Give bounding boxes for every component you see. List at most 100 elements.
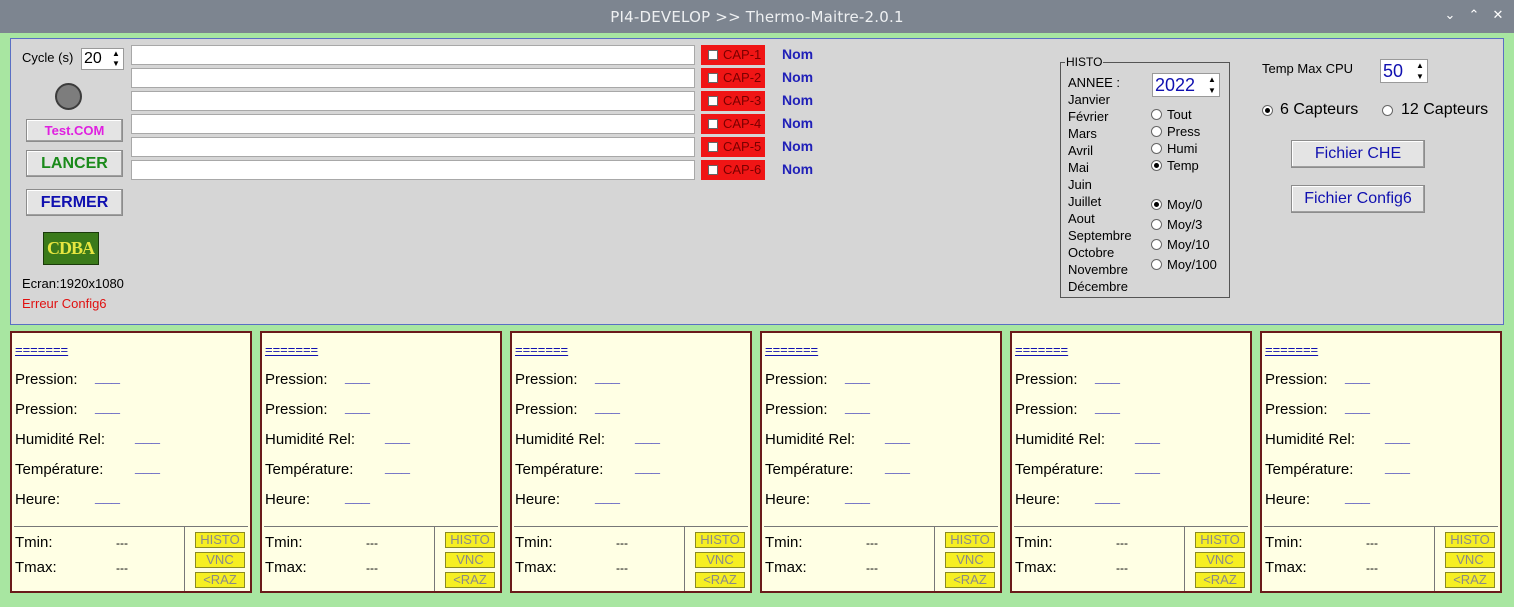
temp-max-spinbox[interactable]: 50 ▲ ▼ bbox=[1380, 59, 1428, 83]
fichier-config6-button[interactable]: Fichier Config6 bbox=[1291, 185, 1425, 213]
heure-label: Heure: bbox=[515, 491, 561, 508]
cap-5-checkbox[interactable] bbox=[708, 142, 718, 152]
raz-button[interactable]: <RAZ bbox=[1445, 572, 1495, 588]
radio-6-capteurs[interactable] bbox=[1262, 105, 1273, 116]
pression-2-value: ___ bbox=[345, 399, 371, 416]
cap-6-nom: Nom bbox=[782, 161, 814, 177]
pression-value: ___ bbox=[1095, 369, 1121, 386]
cap-6-badge[interactable]: CAP-6 bbox=[701, 160, 765, 180]
raz-button[interactable]: <RAZ bbox=[945, 572, 995, 588]
cap-3-input[interactable] bbox=[131, 91, 695, 111]
month-mai[interactable]: Mai bbox=[1068, 160, 1089, 175]
cap-4-badge[interactable]: CAP-4 bbox=[701, 114, 765, 134]
month-mars[interactable]: Mars bbox=[1068, 126, 1097, 141]
temp-max-label: Temp Max CPU bbox=[1262, 61, 1354, 76]
minimize-icon[interactable]: ⌄ bbox=[1441, 7, 1459, 25]
sensor-name[interactable]: ======= bbox=[1265, 342, 1318, 357]
cap-2-input[interactable] bbox=[131, 68, 695, 88]
vnc-button[interactable]: VNC bbox=[445, 552, 495, 568]
histo-button[interactable]: HISTO bbox=[1195, 532, 1245, 548]
radio-moy-0[interactable] bbox=[1151, 199, 1162, 210]
sensor-name[interactable]: ======= bbox=[1015, 342, 1068, 357]
pression-2-value: ___ bbox=[1345, 399, 1371, 416]
maximize-icon[interactable]: ⌃ bbox=[1465, 7, 1483, 25]
annee-spinbox[interactable]: 2022 ▲ ▼ bbox=[1152, 73, 1220, 97]
raz-button[interactable]: <RAZ bbox=[695, 572, 745, 588]
cap-3-badge[interactable]: CAP-3 bbox=[701, 91, 765, 111]
vnc-button[interactable]: VNC bbox=[195, 552, 245, 568]
raz-button[interactable]: <RAZ bbox=[445, 572, 495, 588]
month-septembre[interactable]: Septembre bbox=[1068, 228, 1132, 243]
temperature-label: Température: bbox=[765, 461, 854, 478]
sensor-panel-1: ======= Pression: ___ Pression: ___ Humi… bbox=[10, 331, 252, 593]
heure-value: ___ bbox=[1095, 489, 1121, 506]
cap-5-input[interactable] bbox=[131, 137, 695, 157]
month-decembre[interactable]: Décembre bbox=[1068, 279, 1128, 294]
month-janvier[interactable]: Janvier bbox=[1068, 92, 1110, 107]
cap-1-input[interactable] bbox=[131, 45, 695, 65]
sensor-name[interactable]: ======= bbox=[765, 342, 818, 357]
tmax-label: Tmax: bbox=[1265, 559, 1307, 576]
histo-button[interactable]: HISTO bbox=[445, 532, 495, 548]
month-aout[interactable]: Aout bbox=[1068, 211, 1095, 226]
test-com-button[interactable]: Test.COM bbox=[26, 119, 123, 142]
cap-1-badge[interactable]: CAP-1 bbox=[701, 45, 765, 65]
close-icon[interactable]: ✕ bbox=[1489, 7, 1507, 25]
sensor-name[interactable]: ======= bbox=[15, 342, 68, 357]
cap-3-checkbox[interactable] bbox=[708, 96, 718, 106]
cap-2-nom: Nom bbox=[782, 69, 814, 85]
radio-humi-label: Humi bbox=[1167, 141, 1198, 156]
cap-4-input[interactable] bbox=[131, 114, 695, 134]
radio-moy-10[interactable] bbox=[1151, 239, 1162, 250]
cycle-value: 20 bbox=[84, 50, 102, 67]
radio-moy-100[interactable] bbox=[1151, 259, 1162, 270]
pression-value: ___ bbox=[95, 369, 121, 386]
sensor-name[interactable]: ======= bbox=[515, 342, 568, 357]
histo-button[interactable]: HISTO bbox=[1445, 532, 1495, 548]
raz-button[interactable]: <RAZ bbox=[195, 572, 245, 588]
radio-press[interactable] bbox=[1151, 126, 1162, 137]
raz-button[interactable]: <RAZ bbox=[1195, 572, 1245, 588]
temperature-label: Température: bbox=[15, 461, 104, 478]
cap-5-badge[interactable]: CAP-5 bbox=[701, 137, 765, 157]
radio-humi[interactable] bbox=[1151, 143, 1162, 154]
month-avril[interactable]: Avril bbox=[1068, 143, 1093, 158]
divider bbox=[514, 526, 748, 527]
radio-temp[interactable] bbox=[1151, 160, 1162, 171]
histo-group: HISTO ANNEE : 2022 ▲ ▼ Janvier Février Ma… bbox=[1060, 55, 1230, 298]
cap-2-checkbox[interactable] bbox=[708, 73, 718, 83]
vnc-button[interactable]: VNC bbox=[1445, 552, 1495, 568]
cap-6-checkbox[interactable] bbox=[708, 165, 718, 175]
month-octobre[interactable]: Octobre bbox=[1068, 245, 1114, 260]
fermer-button[interactable]: FERMER bbox=[26, 189, 123, 216]
vnc-button[interactable]: VNC bbox=[695, 552, 745, 568]
sensor-name[interactable]: ======= bbox=[265, 342, 318, 357]
histo-button[interactable]: HISTO bbox=[195, 532, 245, 548]
fichier-che-button[interactable]: Fichier CHE bbox=[1291, 140, 1425, 168]
month-fevrier[interactable]: Février bbox=[1068, 109, 1108, 124]
temperature-value: ___ bbox=[385, 459, 411, 476]
month-novembre[interactable]: Novembre bbox=[1068, 262, 1128, 277]
radio-moy-3[interactable] bbox=[1151, 219, 1162, 230]
lancer-button[interactable]: LANCER bbox=[26, 150, 123, 177]
annee-arrows-icon[interactable]: ▲ ▼ bbox=[1205, 74, 1219, 96]
month-juin[interactable]: Juin bbox=[1068, 177, 1092, 192]
cap-4-checkbox[interactable] bbox=[708, 119, 718, 129]
vnc-button[interactable]: VNC bbox=[945, 552, 995, 568]
vnc-button[interactable]: VNC bbox=[1195, 552, 1245, 568]
spin-arrows-icon[interactable]: ▲ ▼ bbox=[109, 49, 123, 69]
radio-12-capteurs[interactable] bbox=[1382, 105, 1393, 116]
temp-max-arrows-icon[interactable]: ▲ ▼ bbox=[1413, 60, 1427, 82]
cap-1-checkbox[interactable] bbox=[708, 50, 718, 60]
cycle-spinbox[interactable]: 20 ▲ ▼ bbox=[81, 48, 124, 70]
temperature-label: Température: bbox=[1265, 461, 1354, 478]
divider bbox=[764, 526, 998, 527]
cap-2-badge[interactable]: CAP-2 bbox=[701, 68, 765, 88]
histo-button[interactable]: HISTO bbox=[945, 532, 995, 548]
cap-6-input[interactable] bbox=[131, 160, 695, 180]
sensor-panel-3: ======= Pression: ___ Pression: ___ Humi… bbox=[510, 331, 752, 593]
pression-label: Pression: bbox=[515, 371, 578, 388]
radio-tout[interactable] bbox=[1151, 109, 1162, 120]
histo-button[interactable]: HISTO bbox=[695, 532, 745, 548]
month-juillet[interactable]: Juillet bbox=[1068, 194, 1101, 209]
